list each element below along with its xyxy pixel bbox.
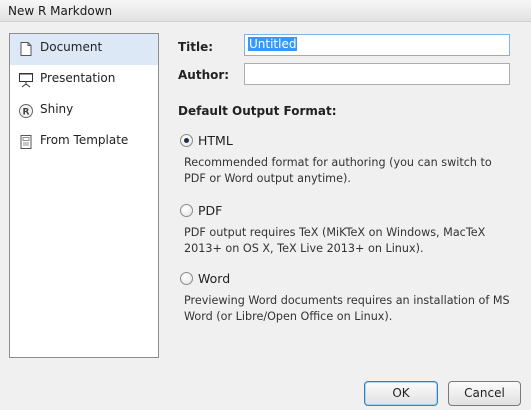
- template-icon: [18, 134, 34, 150]
- document-icon: [18, 41, 34, 57]
- sidebar-item-document[interactable]: Document: [10, 34, 158, 65]
- sidebar-item-shiny[interactable]: R Shiny: [10, 96, 158, 127]
- word-radio-label: Word: [198, 271, 231, 286]
- output-option-html: HTML Recommended format for authoring (y…: [178, 132, 523, 187]
- pdf-radio-button[interactable]: [180, 204, 193, 217]
- html-radio-option[interactable]: HTML: [178, 132, 523, 150]
- author-label: Author:: [178, 68, 230, 82]
- svg-text:R: R: [23, 108, 30, 118]
- cancel-button[interactable]: Cancel: [448, 381, 521, 406]
- author-input[interactable]: [244, 63, 510, 85]
- format-sidebar: Document Presentation R Shiny From Templ…: [9, 33, 159, 358]
- title-label: Title:: [178, 40, 214, 54]
- sidebar-item-label: Shiny: [40, 102, 74, 116]
- sidebar-item-presentation[interactable]: Presentation: [10, 65, 158, 96]
- sidebar-item-label: Presentation: [40, 71, 116, 85]
- presentation-icon: [18, 72, 34, 88]
- sidebar-item-label: Document: [40, 40, 103, 54]
- output-option-word: Word Previewing Word documents requires …: [178, 270, 523, 325]
- document-options-panel: Title: Untitled Author: Default Output F…: [178, 30, 523, 360]
- sidebar-item-label: From Template: [40, 133, 129, 147]
- default-output-format-heading: Default Output Format:: [178, 104, 337, 118]
- window-title: New R Markdown: [8, 4, 113, 18]
- html-radio-button[interactable]: [180, 134, 193, 147]
- title-input[interactable]: Untitled: [244, 34, 510, 56]
- word-description: Previewing Word documents requires an in…: [184, 294, 510, 323]
- pdf-radio-option[interactable]: PDF: [178, 202, 523, 220]
- word-radio-button[interactable]: [180, 272, 193, 285]
- sidebar-item-from-template[interactable]: From Template: [10, 127, 158, 158]
- html-radio-label: HTML: [198, 133, 233, 148]
- radio-selected-dot: [184, 138, 189, 143]
- shiny-r-icon: R: [18, 103, 34, 119]
- ok-button[interactable]: OK: [364, 381, 438, 406]
- window-title-bar: New R Markdown: [0, 0, 531, 22]
- word-radio-option[interactable]: Word: [178, 270, 523, 288]
- html-description: Recommended format for authoring (you ca…: [184, 156, 492, 185]
- pdf-radio-label: PDF: [198, 203, 223, 218]
- output-option-pdf: PDF PDF output requires TeX (MiKTeX on W…: [178, 202, 523, 257]
- pdf-description: PDF output requires TeX (MiKTeX on Windo…: [184, 226, 486, 255]
- title-input-value: Untitled: [248, 37, 298, 51]
